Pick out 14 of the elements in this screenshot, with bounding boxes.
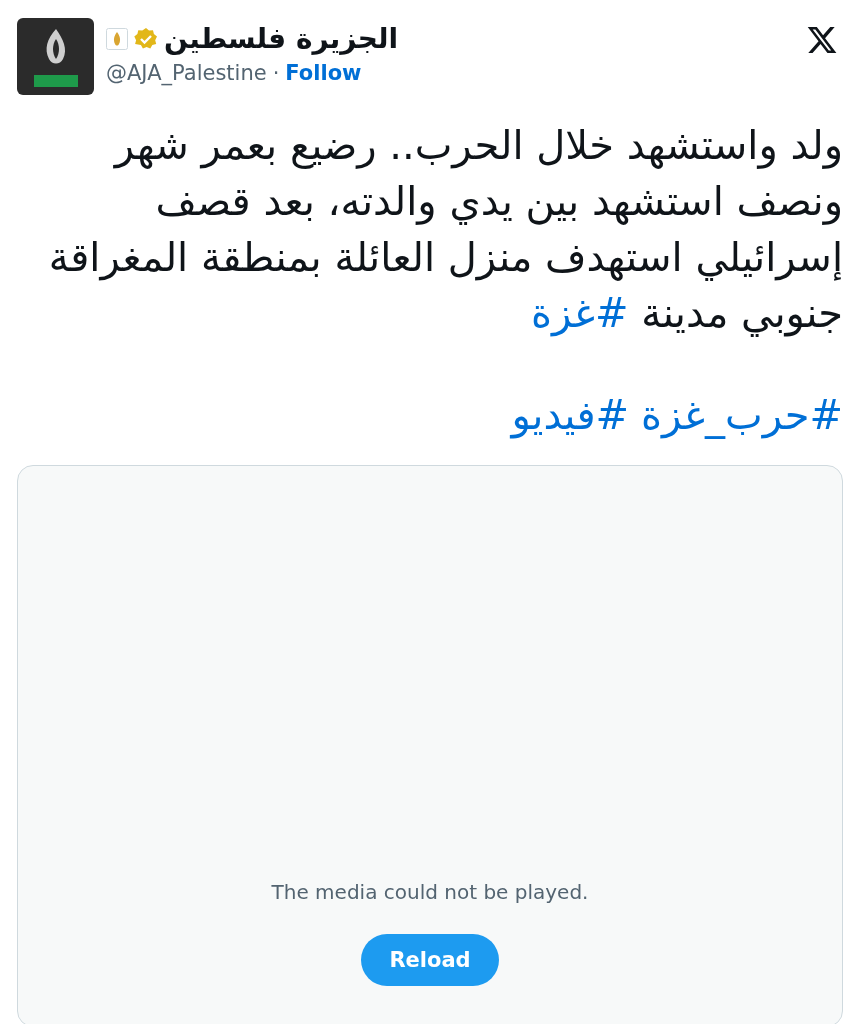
post-text: ولد واستشهد خلال الحرب.. رضيع بعمر شهر ونصف استشهد بين يدي والدته، بعد قصف إسرائيلي استهدف منزل العائلة بمنطقة المغراقة جنوبي مدينة #غزة — [47, 121, 843, 339]
account-name[interactable]: الجزيرة فلسطين — [164, 24, 399, 55]
hashtag-link[interactable]: #فيديو — [511, 387, 630, 443]
x-logo-icon[interactable] — [805, 24, 839, 56]
account-handle: @AJA_Palestine — [106, 60, 267, 85]
error-message: The media could not be played. — [271, 880, 589, 904]
avatar[interactable] — [17, 18, 94, 95]
follow-link[interactable]: Follow — [285, 60, 362, 85]
label-icon — [33, 74, 78, 87]
hashtag-link[interactable]: #غزة — [531, 290, 629, 336]
separator: · — [272, 60, 280, 85]
reload-button[interactable]: Reload — [361, 934, 499, 986]
hashtag-link[interactable]: #حرب_غزة — [641, 387, 843, 443]
affiliate-logo-icon — [106, 28, 128, 51]
